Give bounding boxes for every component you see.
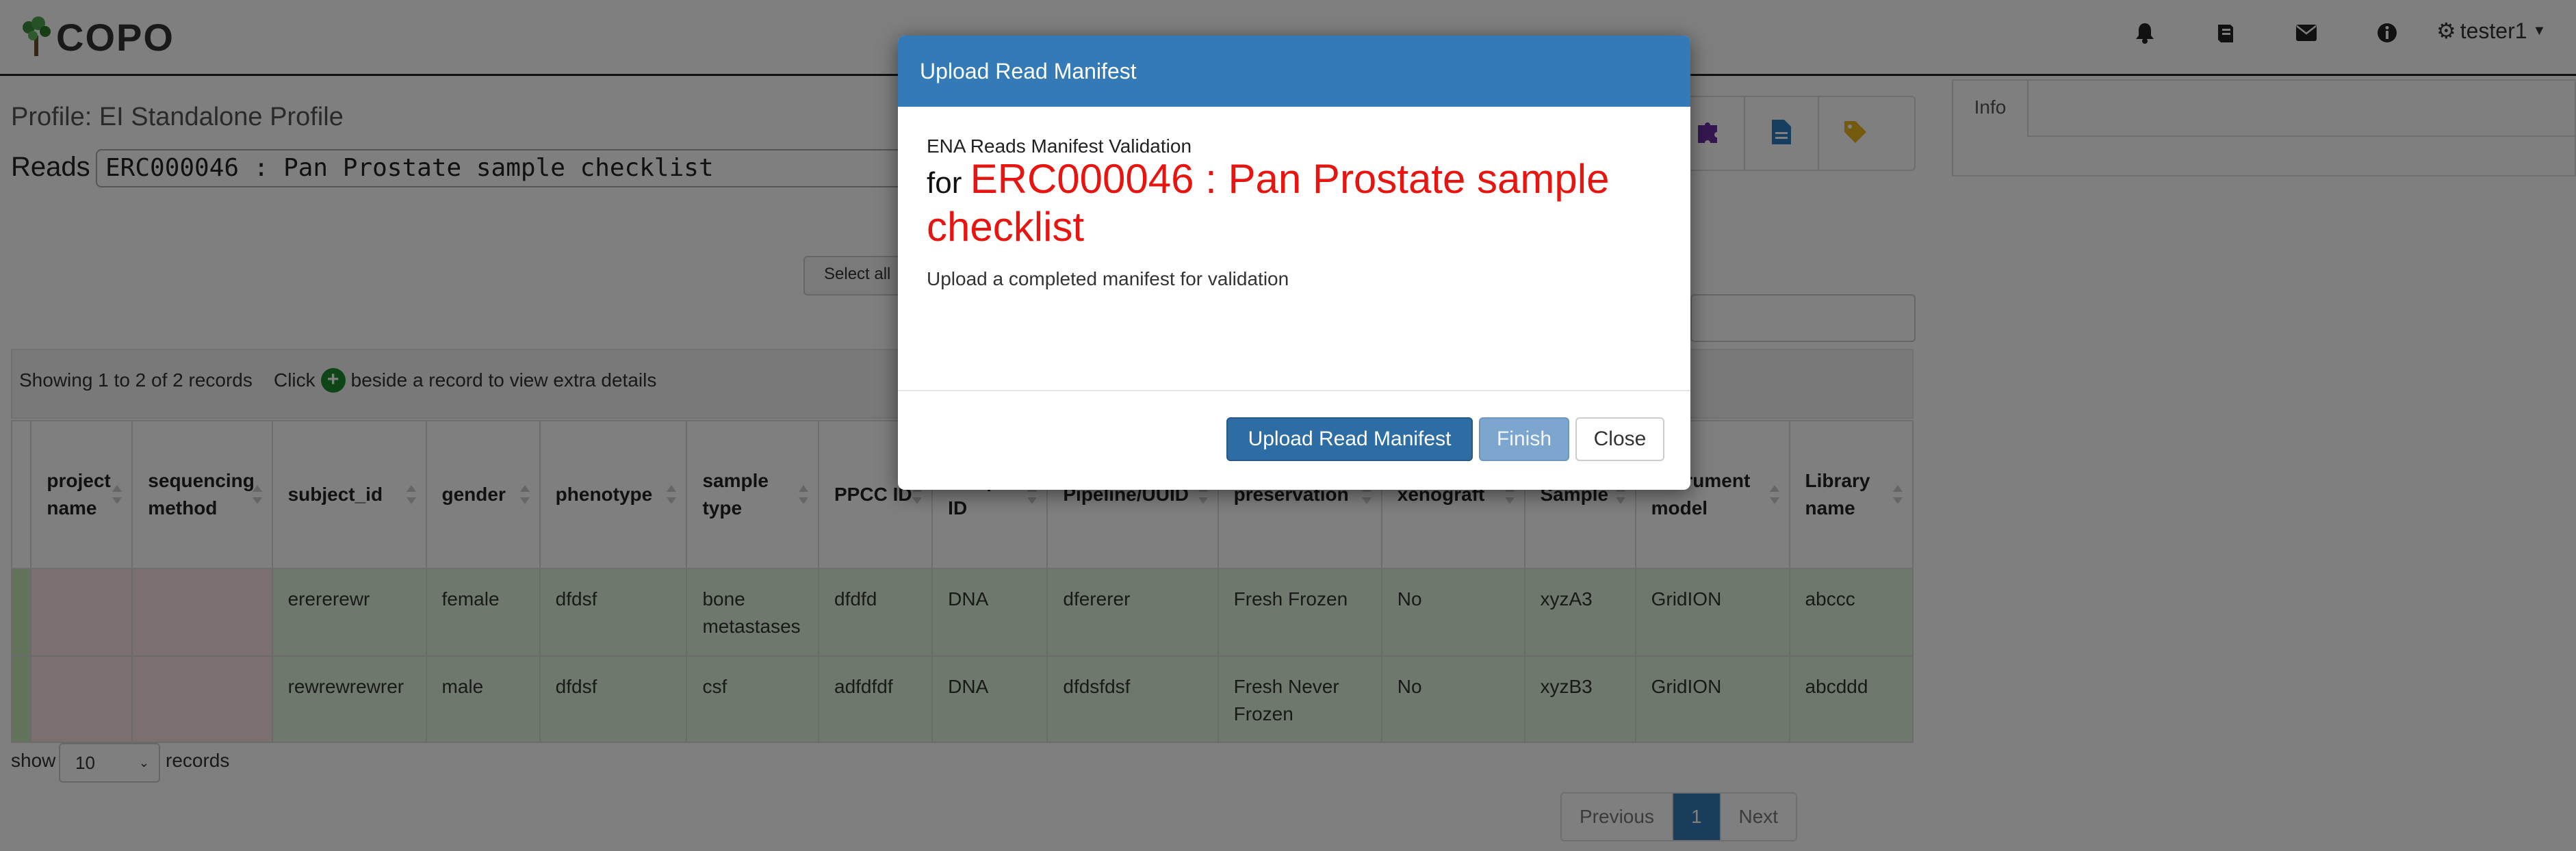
upload-read-manifest-button[interactable]: Upload Read Manifest	[1226, 417, 1473, 461]
modal-footer-divider	[898, 390, 1690, 391]
modal-description: Upload a completed manifest for validati…	[927, 268, 1289, 289]
upload-manifest-modal: Upload Read Manifest ENA Reads Manifest …	[898, 36, 1690, 490]
modal-title: Upload Read Manifest	[920, 59, 1137, 83]
checklist-name: ERC000046 : Pan Prostate sample checklis…	[927, 156, 1610, 250]
validation-label: ENA Reads Manifest Validation	[927, 135, 1192, 157]
finish-button[interactable]: Finish	[1479, 417, 1569, 461]
checklist-heading: for ERC000046 : Pan Prostate sample chec…	[927, 157, 1666, 253]
close-button[interactable]: Close	[1575, 417, 1664, 461]
for-word: for	[927, 166, 962, 200]
